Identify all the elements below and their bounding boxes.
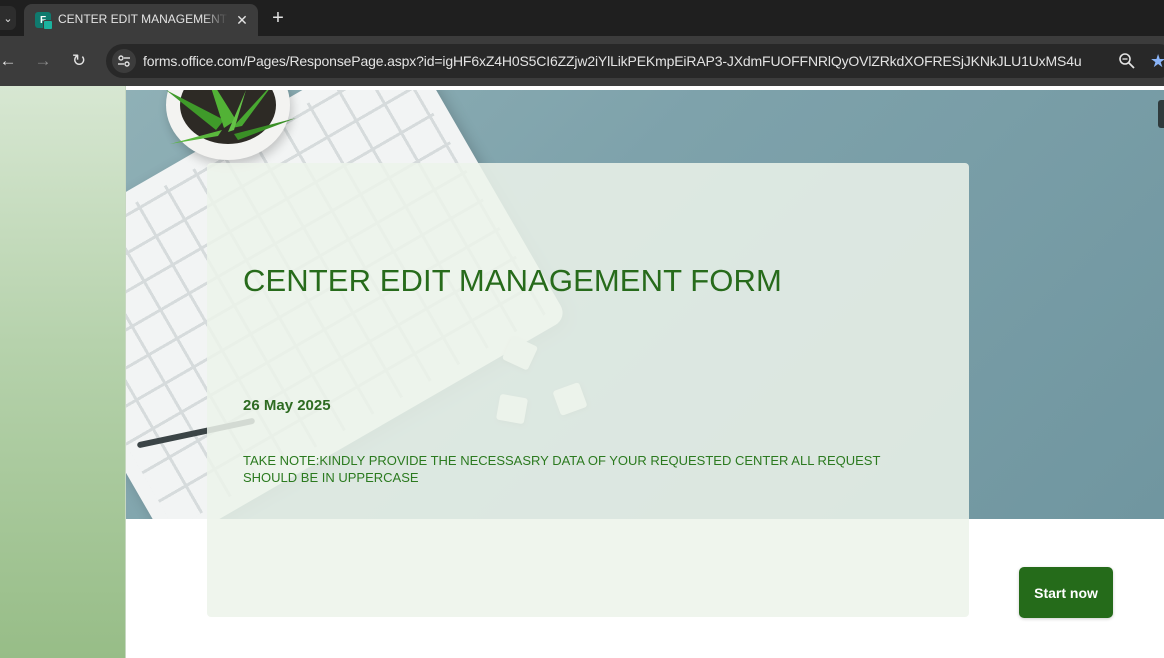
forward-arrow-icon[interactable]: → [32,50,54,72]
address-bar[interactable]: forms.office.com/Pages/ResponsePage.aspx… [106,44,1164,78]
form-description: TAKE NOTE:KINDLY PROVIDE THE NECESSASRY … [243,453,881,485]
close-icon[interactable]: ✕ [232,10,252,30]
site-info-icon[interactable] [112,49,136,73]
form-title: CENTER EDIT MANAGEMENT FORM [243,263,782,298]
browser-tabstrip: ⌄ F CENTER EDIT MANAGEMENT FORM ✕ + [0,0,1164,36]
form-intro-card: CENTER EDIT MANAGEMENT FORM 26 May 2025 … [207,163,969,617]
url-text[interactable]: forms.office.com/Pages/ResponsePage.aspx… [143,53,1082,71]
form-date: 26 May 2025 [243,397,331,414]
tab-list-icon[interactable]: ⌄ [0,6,16,30]
start-now-button[interactable]: Start now [1019,567,1113,618]
browser-tab[interactable]: F CENTER EDIT MANAGEMENT FORM ✕ [24,4,258,36]
zoom-icon[interactable] [1118,52,1136,70]
reload-icon[interactable]: ↻ [68,50,90,72]
scrollbar[interactable] [1158,100,1164,128]
tab-title: CENTER EDIT MANAGEMENT FORM [58,12,228,26]
plus-icon[interactable]: + [266,6,290,30]
bookmark-star-icon[interactable]: ★ [1150,51,1164,71]
left-decorative-panel [0,86,126,658]
forms-favicon-icon: F [35,12,53,30]
plant-leaves-image [166,90,296,144]
browser-toolbar: ← → ↻ forms.office.com/Pages/ResponsePag… [0,36,1164,86]
form-page: CENTER EDIT MANAGEMENT FORM 26 May 2025 … [0,86,1164,658]
back-arrow-icon[interactable]: ← [0,50,19,72]
